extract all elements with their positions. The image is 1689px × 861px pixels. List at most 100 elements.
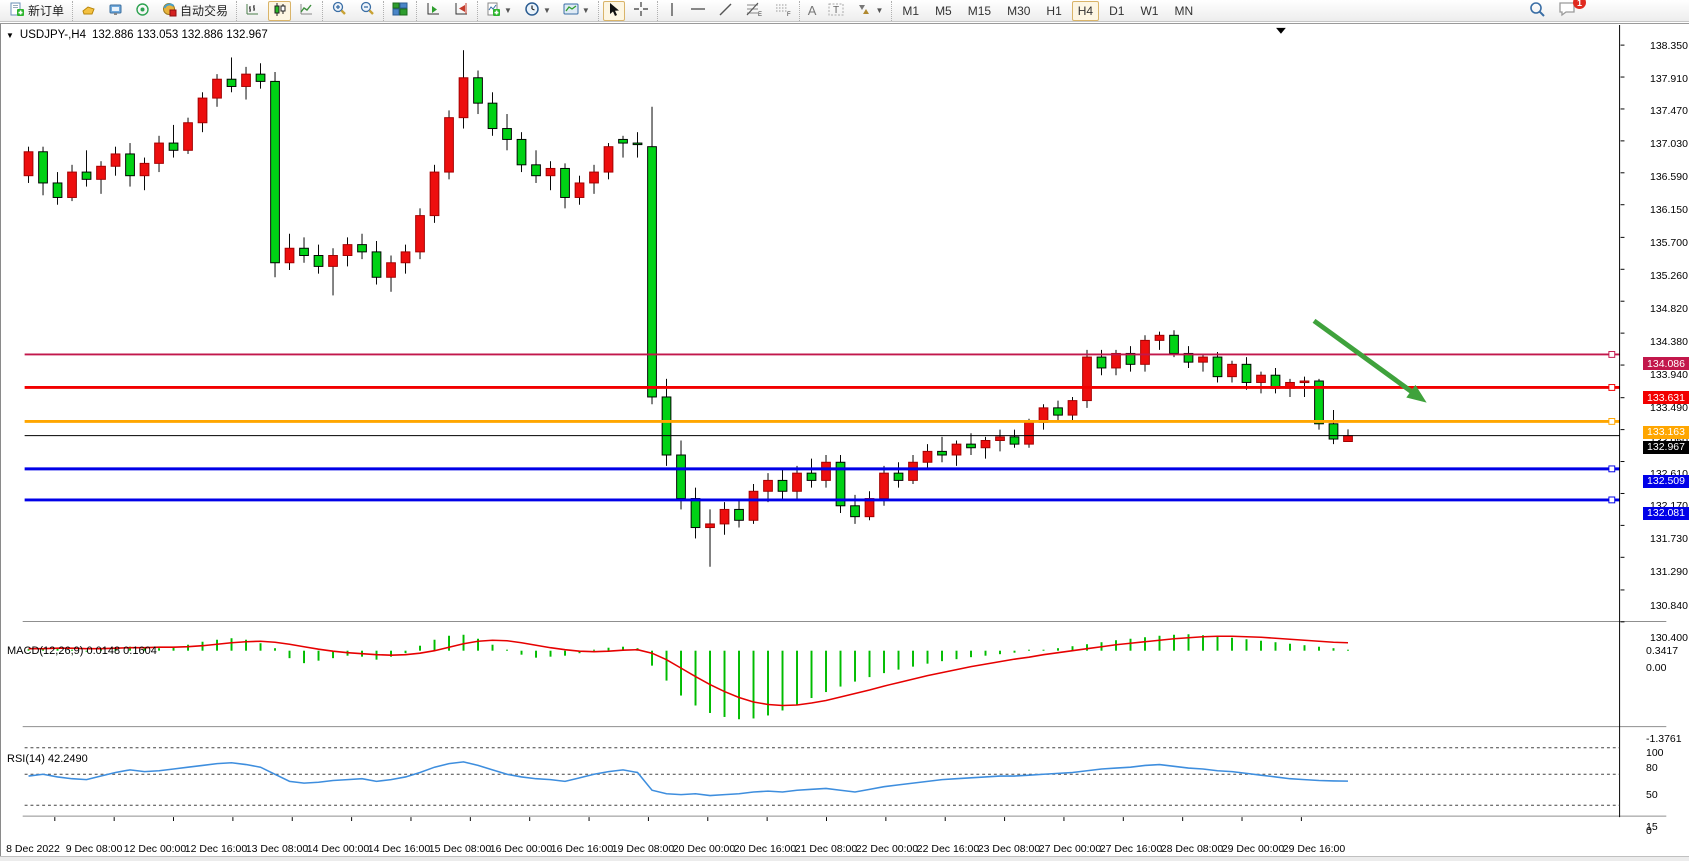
line-chart-button[interactable] (295, 1, 318, 21)
fibonacci-icon: E (745, 2, 762, 20)
chart-shift-button[interactable] (449, 1, 473, 21)
signal-icon (135, 2, 150, 20)
chart-shift-icon (453, 1, 469, 20)
horizontal-line-icon (690, 2, 706, 19)
timeframe-button-h4[interactable]: H4 (1072, 1, 1099, 21)
trendline-icon (718, 2, 733, 20)
toolbar-group-cursor (598, 1, 657, 21)
autotrading-button[interactable]: 自动交易 (158, 1, 232, 21)
timeframe-button-h1[interactable]: H1 (1040, 1, 1067, 21)
indicators-button[interactable]: ▼ (482, 1, 516, 21)
zoom-out-button[interactable] (355, 1, 379, 21)
new-order-button[interactable]: 新订单 (6, 1, 68, 21)
trendline-button[interactable] (714, 1, 737, 21)
time-axis-label: 20 Dec 00:00 (673, 843, 735, 855)
market-watch-icon (81, 2, 96, 20)
timeframe-button-mn[interactable]: MN (1168, 1, 1199, 21)
price-tick-label: 134.820 (1650, 303, 1688, 315)
zoom-in-button[interactable] (327, 1, 351, 21)
time-axis-label: 12 Dec 00:00 (124, 843, 186, 855)
text-label-button[interactable]: T (824, 1, 848, 21)
price-tick-label: 131.730 (1650, 533, 1688, 545)
templates-caret-icon[interactable]: ▼ (582, 7, 590, 15)
time-axis-label: 19 Dec 08:00 (612, 843, 674, 855)
timeframe-button-m30[interactable]: M30 (1001, 1, 1036, 21)
arrows-button[interactable]: ▼ (852, 1, 887, 21)
channels-button[interactable]: F (770, 1, 795, 21)
toolbar-right-icons: 1 (1529, 1, 1577, 21)
candlestick-chart-icon (272, 2, 287, 20)
toolbar-group-zoom (322, 1, 383, 21)
notification-badge: 1 (1573, 0, 1586, 9)
data-window-icon (108, 2, 123, 20)
price-line-badge: 134.086 (1643, 357, 1689, 370)
arrows-caret-icon[interactable]: ▼ (875, 7, 883, 15)
svg-text:E: E (758, 12, 762, 17)
autotrading-label: 自动交易 (180, 2, 228, 19)
price-tick-label: 137.910 (1650, 73, 1688, 85)
chart-title: ▼ USDJPY-,H4 132.886 133.053 132.886 132… (6, 29, 268, 41)
crosshair-icon (633, 1, 649, 20)
timeframe-button-d1[interactable]: D1 (1103, 1, 1130, 21)
periods-caret-icon[interactable]: ▼ (543, 7, 551, 15)
autotrading-icon (162, 2, 177, 20)
toolbar-group-trade: 新订单 (2, 1, 72, 21)
horizontal-line-button[interactable] (686, 1, 710, 21)
fibonacci-button[interactable]: E (741, 1, 766, 21)
cursor-button[interactable] (603, 1, 625, 21)
time-axis-label: 16 Dec 16:00 (551, 843, 613, 855)
tile-windows-icon (392, 1, 408, 20)
timeframe-button-w1[interactable]: W1 (1134, 1, 1164, 21)
arrows-icon (856, 2, 872, 20)
timeframe-button-m1[interactable]: M1 (896, 1, 925, 21)
indicators-caret-icon[interactable]: ▼ (504, 7, 512, 15)
text-a-icon: A (808, 4, 817, 17)
time-axis-label: 9 Dec 08:00 (66, 843, 123, 855)
time-axis-label: 14 Dec 00:00 (307, 843, 369, 855)
zoom-out-icon (359, 1, 375, 20)
clock-icon (524, 1, 540, 20)
macd-scale-label: 0.3417 (1646, 645, 1678, 657)
periods-button[interactable]: ▼ (520, 1, 555, 21)
new-order-icon (10, 2, 25, 20)
time-axis-label: 21 Dec 08:00 (795, 843, 857, 855)
templates-icon (563, 1, 579, 20)
notifications-button[interactable]: 1 (1558, 1, 1577, 20)
price-line-badge: 133.163 (1643, 426, 1689, 439)
market-watch-button[interactable] (77, 1, 100, 21)
chart-plot-area[interactable] (2, 28, 1641, 636)
bar-chart-button[interactable] (241, 1, 264, 21)
toolbar-group-objects: E F (657, 1, 799, 21)
data-window-button[interactable] (104, 1, 127, 21)
time-axis-label: 20 Dec 16:00 (734, 843, 796, 855)
price-line-badge: 132.509 (1643, 475, 1689, 488)
text-button[interactable]: A (804, 1, 821, 21)
price-tick-label: 130.400 (1650, 632, 1688, 644)
bar-chart-icon (245, 2, 260, 20)
auto-scroll-button[interactable] (421, 1, 445, 21)
status-strip (0, 856, 1689, 861)
timeframe-button-m5[interactable]: M5 (929, 1, 958, 21)
chart-context-caret-icon[interactable]: ▼ (6, 31, 14, 40)
search-button[interactable] (1529, 1, 1546, 21)
timeframe-button-m15[interactable]: M15 (962, 1, 997, 21)
price-tick-label: 133.940 (1650, 369, 1688, 381)
time-axis-label: 28 Dec 08:00 (1161, 843, 1223, 855)
search-icon (1529, 1, 1546, 18)
svg-text:T: T (833, 5, 839, 16)
indicators-icon (486, 2, 501, 20)
macd-indicator-label: MACD(12,26,9) 0.0148 0.1604 (7, 645, 157, 657)
candlestick-chart-button[interactable] (268, 1, 291, 21)
vertical-line-button[interactable] (662, 1, 682, 21)
cursor-icon (607, 2, 621, 20)
time-axis-label: 12 Dec 16:00 (185, 843, 247, 855)
toolbar-group-panels: 自动交易 (72, 1, 236, 21)
templates-button[interactable]: ▼ (559, 1, 594, 21)
price-tick-label: 135.700 (1650, 237, 1688, 249)
signal-button[interactable] (131, 1, 154, 21)
crosshair-button[interactable] (629, 1, 653, 21)
macd-scale-label: -1.3761 (1646, 733, 1682, 745)
price-tick-label: 136.590 (1650, 171, 1688, 183)
tile-windows-button[interactable] (388, 1, 412, 21)
auto-scroll-icon (425, 1, 441, 20)
